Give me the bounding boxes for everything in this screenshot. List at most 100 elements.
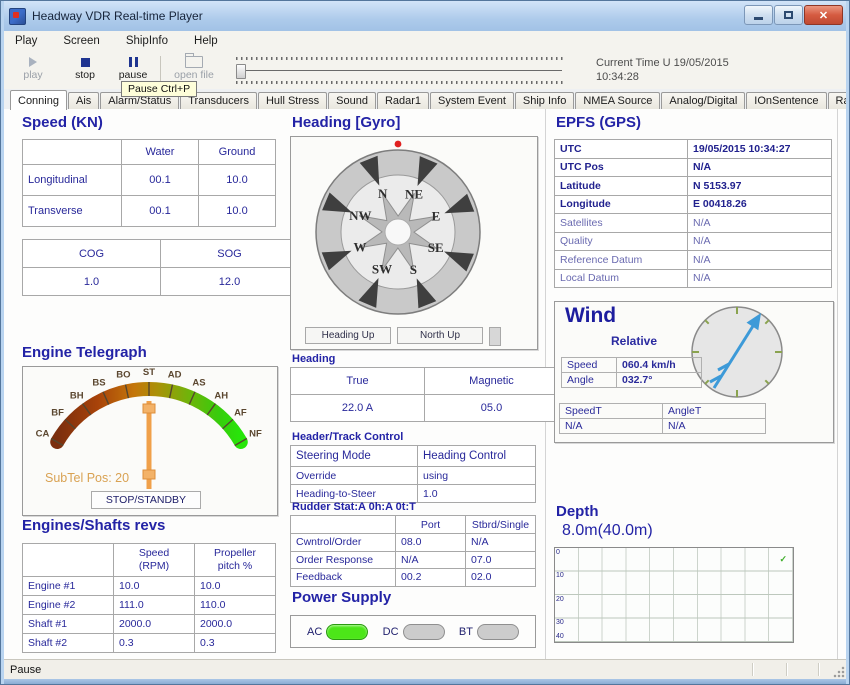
pause-icon <box>129 57 138 67</box>
timeline-thumb[interactable] <box>236 64 246 79</box>
track-control-title: Header/Track Control <box>292 431 403 443</box>
table-row: LongitudeE 00418.26 <box>555 195 832 214</box>
column-header: Ground <box>199 140 276 165</box>
wind-title: Wind <box>565 304 616 328</box>
power-title: Power Supply <box>292 589 391 606</box>
open-file-button[interactable]: open file <box>166 55 222 81</box>
table-row: Steering ModeHeading Control <box>291 446 536 467</box>
power-indicator-ac: AC <box>307 624 368 640</box>
power-indicator-dc: DC <box>383 624 445 640</box>
cell: 1.0 <box>23 268 161 296</box>
epfs-title: EPFS (GPS) <box>556 114 641 131</box>
stop-standby-button[interactable]: STOP/STANDBY <box>91 491 201 509</box>
title-bar[interactable]: Headway VDR Real-time Player ✕ <box>1 1 849 32</box>
heading-title: Heading <box>292 353 335 365</box>
cell: 111.0 <box>114 596 195 615</box>
cell: Satellites <box>555 214 688 233</box>
tab-ship-info[interactable]: Ship Info <box>515 92 574 109</box>
tab-hull-stress[interactable]: Hull Stress <box>258 92 327 109</box>
pause-tooltip: Pause Ctrl+P <box>121 81 197 97</box>
cell: 00.2 <box>396 569 466 587</box>
engine-telegraph-title: Engine Telegraph <box>22 344 147 361</box>
track-table: Steering ModeHeading ControlOverrideusin… <box>290 445 536 503</box>
cell: 00.1 <box>122 165 199 196</box>
compass-point-label: NW <box>349 208 371 223</box>
menu-screen[interactable]: Screen <box>60 33 102 49</box>
column-header: Magnetic <box>425 368 559 395</box>
tab-nmea-source[interactable]: NMEA Source <box>575 92 660 109</box>
wind-angle-label: Angle <box>562 373 617 388</box>
compass-point-label: SW <box>372 262 392 277</box>
maximize-button[interactable] <box>774 5 803 25</box>
pause-label: pause <box>110 69 156 81</box>
cell: Cwntrol/Order <box>291 534 396 552</box>
table-row: Order ResponseN/A07.0 <box>291 551 536 569</box>
heading-table: TrueMagnetic22.0 A05.0 <box>290 367 559 422</box>
pause-button[interactable]: pause <box>110 55 156 81</box>
menu-shipinfo[interactable]: ShipInfo <box>123 33 171 49</box>
app-window: Headway VDR Real-time Player ✕ Play Scree… <box>0 0 850 685</box>
timeline-slider[interactable] <box>236 55 564 85</box>
cell: 22.0 A <box>291 395 425 422</box>
tab-ais[interactable]: Ais <box>68 92 99 109</box>
tab-ionsentence[interactable]: IOnSentence <box>746 92 826 109</box>
gyro-panel: NNEESESSWWNW Heading UpNorth Up <box>290 136 538 350</box>
depth-grid: ✓ 010203040 <box>554 547 794 643</box>
depth-title: Depth <box>556 503 599 520</box>
cell: 05.0 <box>425 395 559 422</box>
compass-hub <box>385 219 411 245</box>
window-frame-bottom <box>1 679 849 685</box>
cell: 02.0 <box>466 569 536 587</box>
column-header: COG <box>23 240 161 268</box>
cell: N/A <box>466 534 536 552</box>
telegraph-scale-label: AH <box>214 390 228 401</box>
telegraph-scale-label: AS <box>192 378 205 389</box>
resize-grip[interactable] <box>832 665 845 678</box>
window-frame-left <box>1 1 4 684</box>
column-header: Propeller pitch % <box>195 544 276 577</box>
north-up-button[interactable]: North Up <box>397 327 483 344</box>
gyro-title: Heading [Gyro] <box>292 114 400 131</box>
tab-sound[interactable]: Sound <box>328 92 376 109</box>
cell: Order Response <box>291 551 396 569</box>
cell: 10.0 <box>199 165 276 196</box>
telegraph-scale-label: AF <box>234 408 247 419</box>
column-header: SOG <box>161 240 299 268</box>
wind-speed-value: 060.4 km/h <box>617 358 702 373</box>
timeline-ticks-bottom <box>236 81 564 84</box>
power-indicators: ACDCBT <box>290 615 536 648</box>
tab-system-event[interactable]: System Event <box>430 92 514 109</box>
power-label: AC <box>307 626 322 638</box>
cell: Engine #2 <box>23 596 114 615</box>
cell: Latitude <box>555 177 688 196</box>
current-time-clock: 10:34:28 <box>596 70 729 84</box>
table-row: Transverse00.110.0 <box>23 196 276 227</box>
menu-play[interactable]: Play <box>12 33 40 49</box>
minimize-button[interactable] <box>744 5 773 25</box>
tab-radar1[interactable]: Radar1 <box>377 92 429 109</box>
wind-speedt-value: N/A <box>560 419 663 434</box>
wind-angle-value: 032.7° <box>617 373 702 388</box>
depth-axis-label: 0 <box>556 549 560 556</box>
menu-help[interactable]: Help <box>191 33 221 49</box>
telegraph-scale-label: BS <box>92 378 105 389</box>
table-row: 22.0 A05.0 <box>291 395 559 422</box>
close-button[interactable]: ✕ <box>804 5 843 25</box>
table-row: Engine #110.010.0 <box>23 577 276 596</box>
tab-analog-digital[interactable]: Analog/Digital <box>661 92 745 109</box>
tab-conning[interactable]: Conning <box>10 90 67 110</box>
play-button[interactable]: play <box>10 55 56 81</box>
lubber-mark <box>395 141 402 148</box>
power-label: DC <box>383 626 399 638</box>
column-header <box>23 544 114 577</box>
stop-button[interactable]: stop <box>62 55 108 81</box>
header-row: WaterGround <box>23 140 276 165</box>
wind-panel: Wind Relative Speed 060.4 km/h Angle 032… <box>554 301 834 443</box>
gyro-scroll-thumb[interactable] <box>489 327 501 346</box>
rudder-table: PortStbrd/SingleCwntrol/Order08.0N/AOrde… <box>290 515 536 587</box>
cell: N/A <box>688 251 832 270</box>
current-time-date: Current Time U 19/05/2015 <box>596 56 729 70</box>
heading-up-button[interactable]: Heading Up <box>305 327 391 344</box>
compass-point-label: E <box>432 209 441 224</box>
cell: 2000.0 <box>114 615 195 634</box>
